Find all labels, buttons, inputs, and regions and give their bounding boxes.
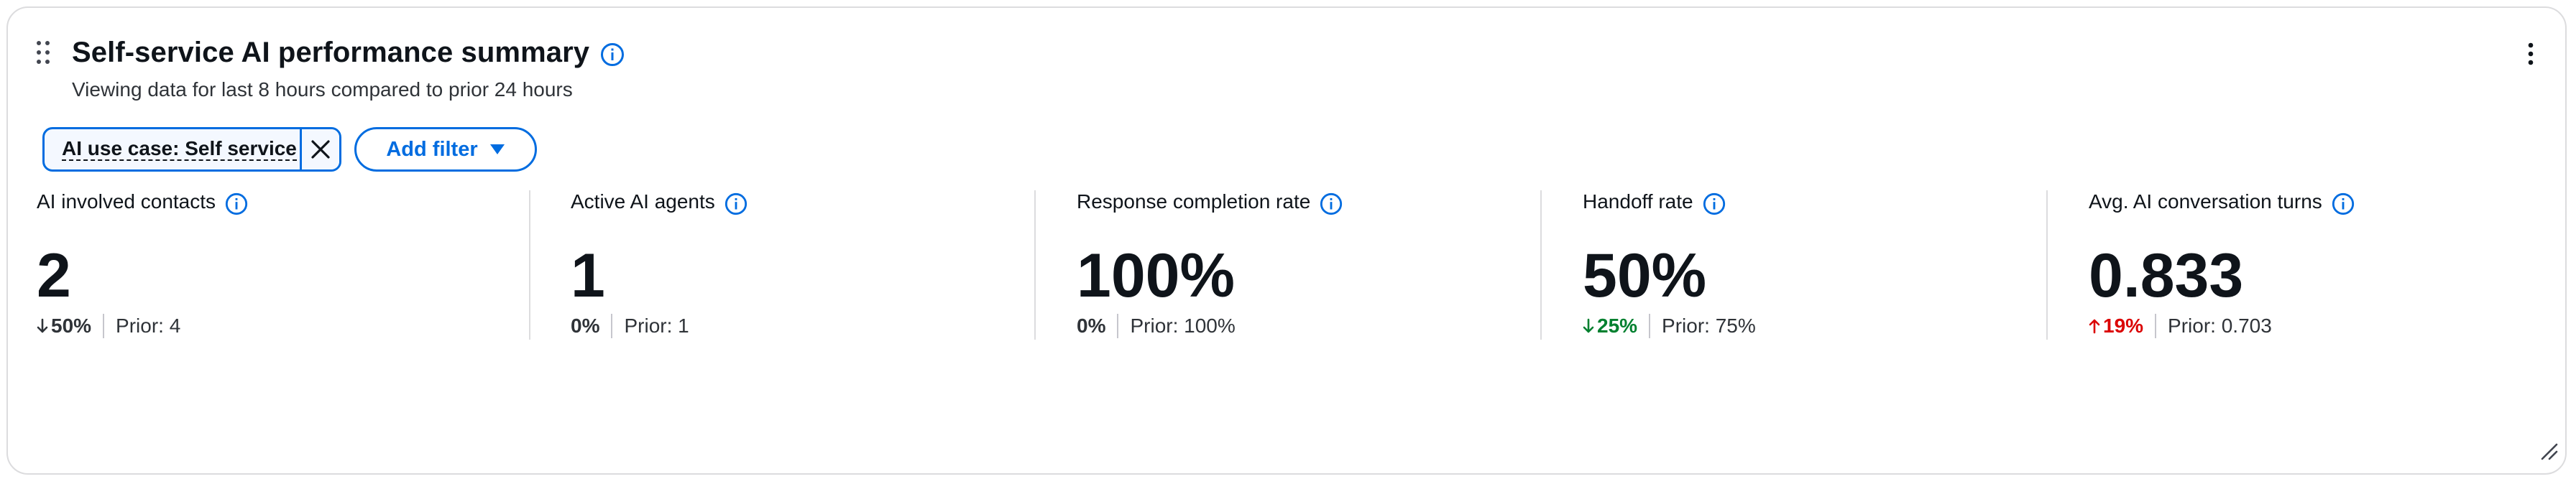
metric-divider (2046, 190, 2048, 340)
metric-divider (1540, 190, 1542, 340)
metric-value: 2 (37, 241, 71, 310)
metric-divider (529, 190, 530, 340)
metric-delta: 0% (1077, 315, 1106, 337)
widget-header: Self-service AI performance summary (72, 37, 625, 69)
divider (1117, 314, 1119, 338)
metric-delta: 50% (37, 315, 91, 338)
add-filter-button[interactable]: Add filter (354, 127, 537, 172)
more-options-icon[interactable] (2524, 39, 2538, 68)
metric-delta: 25% (1583, 315, 1637, 338)
metric-value: 100% (1077, 241, 1235, 310)
metric-value: 50% (1583, 241, 1707, 310)
metric-value: 1 (571, 241, 605, 310)
metric-divider (1034, 190, 1036, 340)
metric-label: Handoff rate (1583, 190, 1693, 213)
divider (2155, 314, 2157, 338)
metric-label: AI involved contacts (37, 190, 216, 213)
filter-chip-ai-use-case[interactable]: AI use case: Self service (42, 127, 341, 172)
metric-delta: 0% (571, 315, 600, 337)
metric-prior: Prior: 1 (624, 315, 689, 337)
caret-down-icon (489, 144, 505, 154)
metric-label: Response completion rate (1077, 190, 1311, 213)
close-icon (311, 140, 330, 159)
info-icon[interactable] (1319, 192, 1343, 216)
info-icon[interactable] (1702, 192, 1726, 216)
metrics-row: AI involved contacts 2 50% Prior: 4 Acti… (8, 187, 2568, 345)
performance-summary-widget: Self-service AI performance summary View… (6, 6, 2567, 475)
info-icon[interactable] (724, 192, 748, 216)
info-icon[interactable] (599, 42, 625, 68)
drag-handle-icon[interactable] (35, 39, 51, 65)
widget-title: Self-service AI performance summary (72, 37, 590, 68)
metric-prior: Prior: 75% (1662, 315, 1756, 337)
metric-prior: Prior: 4 (116, 315, 181, 337)
remove-filter-button[interactable] (300, 129, 339, 169)
arrow-down-icon (37, 318, 48, 333)
filter-chip-label[interactable]: AI use case: Self service (45, 129, 300, 169)
add-filter-label: Add filter (386, 137, 478, 161)
arrow-down-icon (1583, 318, 1594, 333)
arrow-up-icon (2089, 319, 2100, 334)
info-icon[interactable] (224, 192, 249, 216)
divider (1649, 314, 1651, 338)
metric-prior: Prior: 0.703 (2168, 315, 2272, 337)
metric-delta: 19% (2089, 315, 2143, 338)
widget-subtitle: Viewing data for last 8 hours compared t… (72, 78, 573, 101)
metric-label: Avg. AI conversation turns (2089, 190, 2322, 213)
metric-prior: Prior: 100% (1130, 315, 1236, 337)
metric-label: Active AI agents (571, 190, 715, 213)
divider (103, 314, 105, 338)
metric-value: 0.833 (2089, 241, 2244, 310)
info-icon[interactable] (2331, 192, 2355, 216)
resize-handle-icon[interactable] (2539, 442, 2558, 460)
divider (611, 314, 613, 338)
